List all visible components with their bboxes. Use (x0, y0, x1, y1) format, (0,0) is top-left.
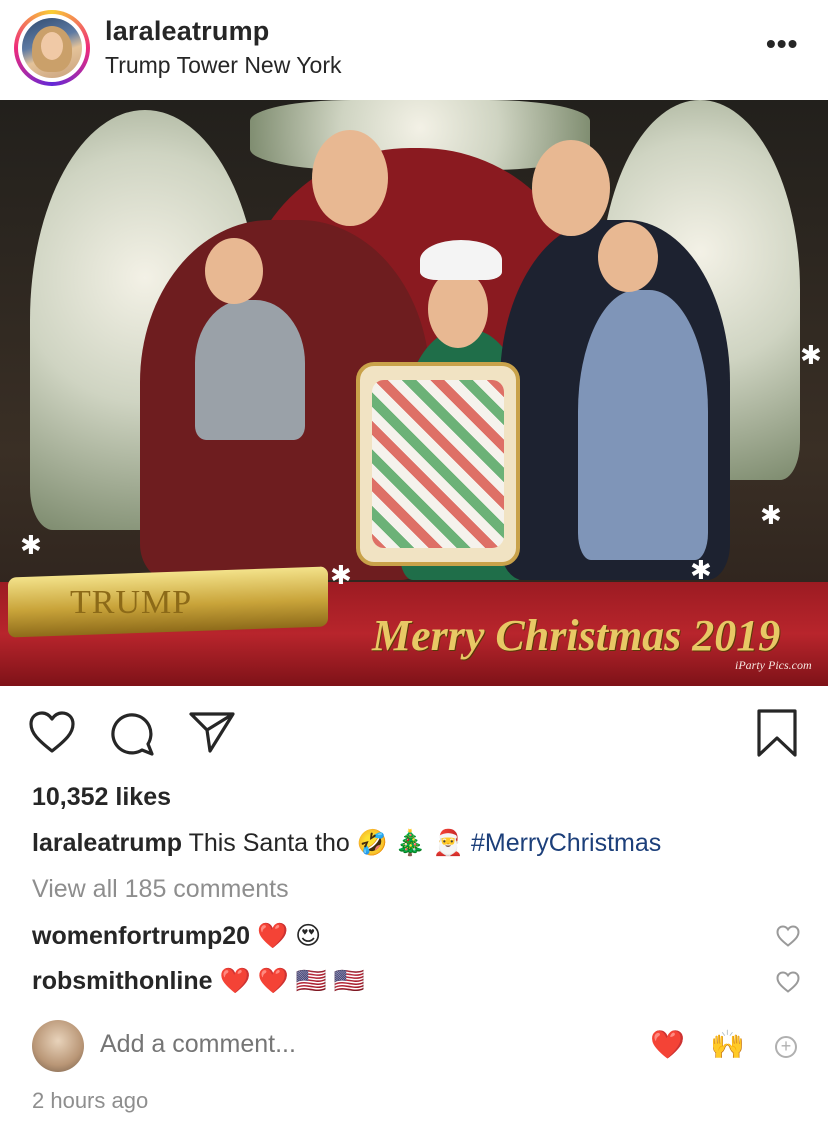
post-header: laraleatrump Trump Tower New York ••• (0, 0, 828, 100)
caption-emojis: 🤣 🎄 🎅 (356, 829, 465, 857)
santa-hat (420, 240, 502, 280)
likes-count[interactable]: 10,352 likes (32, 783, 171, 812)
baby (195, 300, 305, 440)
share-icon[interactable] (188, 710, 236, 754)
child (578, 290, 708, 560)
comment-username[interactable]: womenfortrump20 (32, 922, 250, 950)
comment-row: womenfortrump20 ❤️ 😍 (32, 921, 321, 951)
head (598, 222, 658, 292)
snowflake-icon: ✱ (20, 530, 42, 560)
snowflake-icon: ✱ (690, 555, 712, 585)
comment-icon[interactable] (108, 710, 156, 756)
comment-like-icon[interactable] (776, 925, 800, 947)
post-location[interactable]: Trump Tower New York (105, 52, 341, 79)
head (532, 140, 610, 236)
gingerbread-plaque (356, 362, 520, 566)
avatar (22, 18, 82, 78)
bookmark-icon[interactable] (756, 708, 798, 758)
comment-username[interactable]: robsmithonline (32, 967, 213, 995)
head (312, 130, 388, 226)
comment-like-icon[interactable] (776, 971, 800, 993)
add-comment-row: ❤️ 🙌 + (0, 1016, 828, 1076)
quick-reaction-heart[interactable]: ❤️ (650, 1028, 685, 1061)
comment-text: ❤️ ❤️ 🇺🇸 🇺🇸 (219, 967, 365, 995)
head (205, 238, 263, 304)
caption-text: This Santa tho (188, 829, 350, 857)
more-options-icon[interactable]: ••• (766, 28, 798, 60)
quick-reaction-raised-hands[interactable]: 🙌 (710, 1028, 745, 1061)
post-photo[interactable]: TRUMP Merry Christmas 2019 iParty Pics.c… (0, 100, 828, 686)
hashtag-link[interactable]: #MerryChristmas (471, 829, 661, 857)
greeting-text: Merry Christmas 2019 (372, 611, 781, 660)
action-bar (0, 700, 828, 770)
story-avatar-ring[interactable] (14, 10, 90, 86)
add-comment-input[interactable] (100, 1030, 600, 1059)
comment-row: robsmithonline ❤️ ❤️ 🇺🇸 🇺🇸 (32, 967, 365, 996)
snowflake-icon: ✱ (330, 560, 352, 590)
view-all-comments[interactable]: View all 185 comments (32, 875, 289, 904)
heart-icon[interactable] (28, 710, 76, 754)
snowflake-icon: ✱ (800, 340, 822, 370)
post-caption: laraleatrump This Santa tho 🤣 🎄 🎅 #Merry… (32, 829, 661, 858)
caption-username[interactable]: laraleatrump (32, 829, 182, 857)
photo-credit: iParty Pics.com (735, 658, 812, 672)
post-username[interactable]: laraleatrump (105, 16, 269, 47)
comment-text: ❤️ 😍 (257, 922, 322, 950)
avatar (32, 1020, 84, 1072)
plus-icon[interactable]: + (775, 1036, 797, 1058)
head (428, 270, 488, 348)
post-timestamp: 2 hours ago (32, 1088, 149, 1113)
scroll-text: TRUMP (70, 584, 193, 621)
snowflake-icon: ✱ (760, 500, 782, 530)
